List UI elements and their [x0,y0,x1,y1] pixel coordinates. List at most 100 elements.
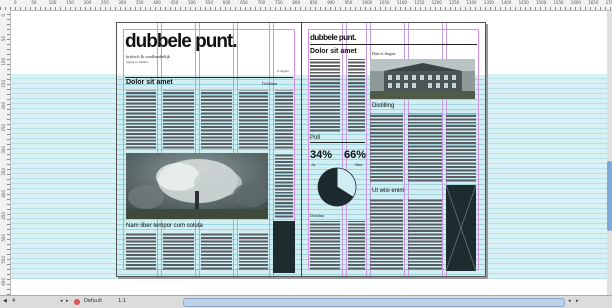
empty-frame-cross [445,184,477,272]
ruler-tick-label: 1250 [449,0,460,5]
first-page-arrow-icon[interactable]: ◀ [3,298,7,305]
column-guide [157,23,158,276]
ruler-tick-label: 750 [275,0,283,5]
article-headline[interactable]: Dolor sit amet [126,79,173,86]
text-frame[interactable] [201,90,232,150]
text-frame[interactable] [370,113,403,183]
dark-image-frame[interactable] [445,184,477,272]
edition-label[interactable]: 1e uitgave [277,69,289,73]
ruler-tick-label: 700 [257,0,266,5]
masthead-small[interactable]: dubbele punt. [310,33,356,42]
text-frame[interactable] [408,113,442,183]
poll-pie-chart[interactable] [316,166,358,208]
text-frame[interactable] [126,90,156,150]
next-page-icon[interactable]: ▸ [66,298,69,305]
ruler-tick-label: 350 [135,0,144,5]
dark-image-frame[interactable] [273,221,295,273]
zoom-field[interactable]: 1:1 [118,298,126,305]
text-frame[interactable] [126,233,156,271]
ruler-tick-label: 1600 [570,0,581,5]
article-subheadline[interactable]: Nam liber tempor cum soluta [126,223,203,229]
side-heading[interactable]: Dolatinm [262,81,277,86]
text-frame[interactable] [275,90,293,150]
ruler-tick-label: 50 [31,0,37,5]
section-heading-distilling[interactable]: Distilling [372,103,394,109]
text-frame[interactable] [275,153,293,219]
text-frame[interactable] [239,90,268,150]
ruler-tick-label: 600 [222,0,231,5]
text-frame[interactable] [370,199,403,271]
ruler-tick-label: 1700 [605,0,612,5]
column-guide [237,23,238,276]
ruler-tick-label: 400 [153,0,161,5]
vertical-scroll-thumb[interactable] [607,161,612,231]
tree-photo[interactable] [126,153,268,219]
ruler-tick-label: 100 [48,0,57,5]
ruler-tick-label: 1350 [483,0,494,5]
left-page[interactable]: dubbele punt. kritisch & onafhankelijk i… [117,23,302,276]
horizontal-scrollbar[interactable] [183,298,565,307]
ruler-tick-label: 0 [1,14,6,17]
ruler-tick-label: 650 [240,0,248,5]
ruler-tick-label: 1100 [396,0,407,5]
ruler-tick-label: 200 [83,0,92,5]
ruler-tick-label: 250 [1,124,6,132]
poll-heading[interactable]: Poll [310,135,320,141]
text-frame[interactable] [310,59,340,133]
ruler-tick-label: 550 [1,256,6,264]
masthead-title[interactable]: dubbele punt. [125,31,238,53]
building-photo[interactable] [370,59,475,99]
header-rule [310,44,477,45]
small-heading[interactable]: Dolatinu [310,213,324,218]
text-frame[interactable] [239,233,268,271]
photo-caption[interactable]: Duis te feugiat [372,51,396,56]
ruler-tick-label: 800 [292,0,301,5]
horizontal-ruler[interactable]: 0 50 100 150 200 250 300 350 400 450 500 550 600 650 7… [0,0,612,11]
column-guide [161,23,162,276]
text-frame[interactable] [348,221,365,271]
ruler-tick-label: 1550 [553,0,564,5]
masthead-tagline[interactable]: ingang tot snimmo [126,60,149,64]
ruler-tick-label: 900 [327,0,335,5]
column-guide [233,23,234,276]
scroll-right-arrow-icon[interactable]: ▸ [576,298,579,305]
document-spread[interactable]: dubbele punt. kritisch & onafhankelijk i… [116,22,486,277]
pasteboard[interactable]: dubbele punt. kritisch & onafhankelijk i… [11,11,607,295]
ruler-tick-label: 1450 [518,0,529,5]
vertical-scrollbar[interactable] [607,11,612,295]
text-frame[interactable] [348,59,365,133]
poll-percent-nee[interactable]: 66% [344,149,366,161]
ruler-tick-label: 950 [344,0,353,5]
text-frame[interactable] [163,90,194,150]
right-page[interactable]: dubbele punt. Dolor sit amet Duis te feu… [302,23,485,276]
ruler-tick-label: 450 [170,0,179,5]
text-frame[interactable] [201,233,232,271]
ruler-tick-label: 1050 [379,0,390,5]
mode-dropdown[interactable]: Default [84,298,102,305]
column-guide [342,23,343,276]
preflight-status-icon[interactable] [74,299,80,305]
ruler-tick-label: 600 [1,278,6,286]
column-guide [195,23,196,276]
status-bar: ◀ 4 ◂ ▸ Default 1:1 ◂ ▸ [0,295,612,308]
poll-rule [310,142,365,143]
text-frame[interactable] [446,113,476,183]
section-heading-ut-wisi[interactable]: Ut wisi enim [372,188,404,194]
ruler-tick-label: 150 [66,0,74,5]
page-number-field[interactable]: 4 [12,298,15,305]
poll-percent-ja[interactable]: 34% [310,149,332,161]
vertical-ruler[interactable]: 0 50 100 150 200 250 300 350 400 450 500 550 600 [0,10,11,295]
poll-label-ja[interactable]: Ja [311,162,315,167]
ruler-tick-label: 550 [205,0,214,5]
ruler-tick-label: 250 [101,0,109,5]
prev-page-icon[interactable]: ◂ [60,298,63,305]
article-headline[interactable]: Dolor sit amet [310,48,357,55]
masthead-subtitle[interactable]: kritisch & onafhankelijk [126,54,170,59]
ruler-tick-label: 850 [309,0,318,5]
text-frame[interactable] [408,199,442,271]
text-frame[interactable] [163,233,194,271]
column-guide [269,23,270,276]
scroll-left-arrow-icon[interactable]: ◂ [568,298,571,305]
text-frame[interactable] [310,221,340,271]
ruler-tick-label: 1400 [501,0,512,5]
